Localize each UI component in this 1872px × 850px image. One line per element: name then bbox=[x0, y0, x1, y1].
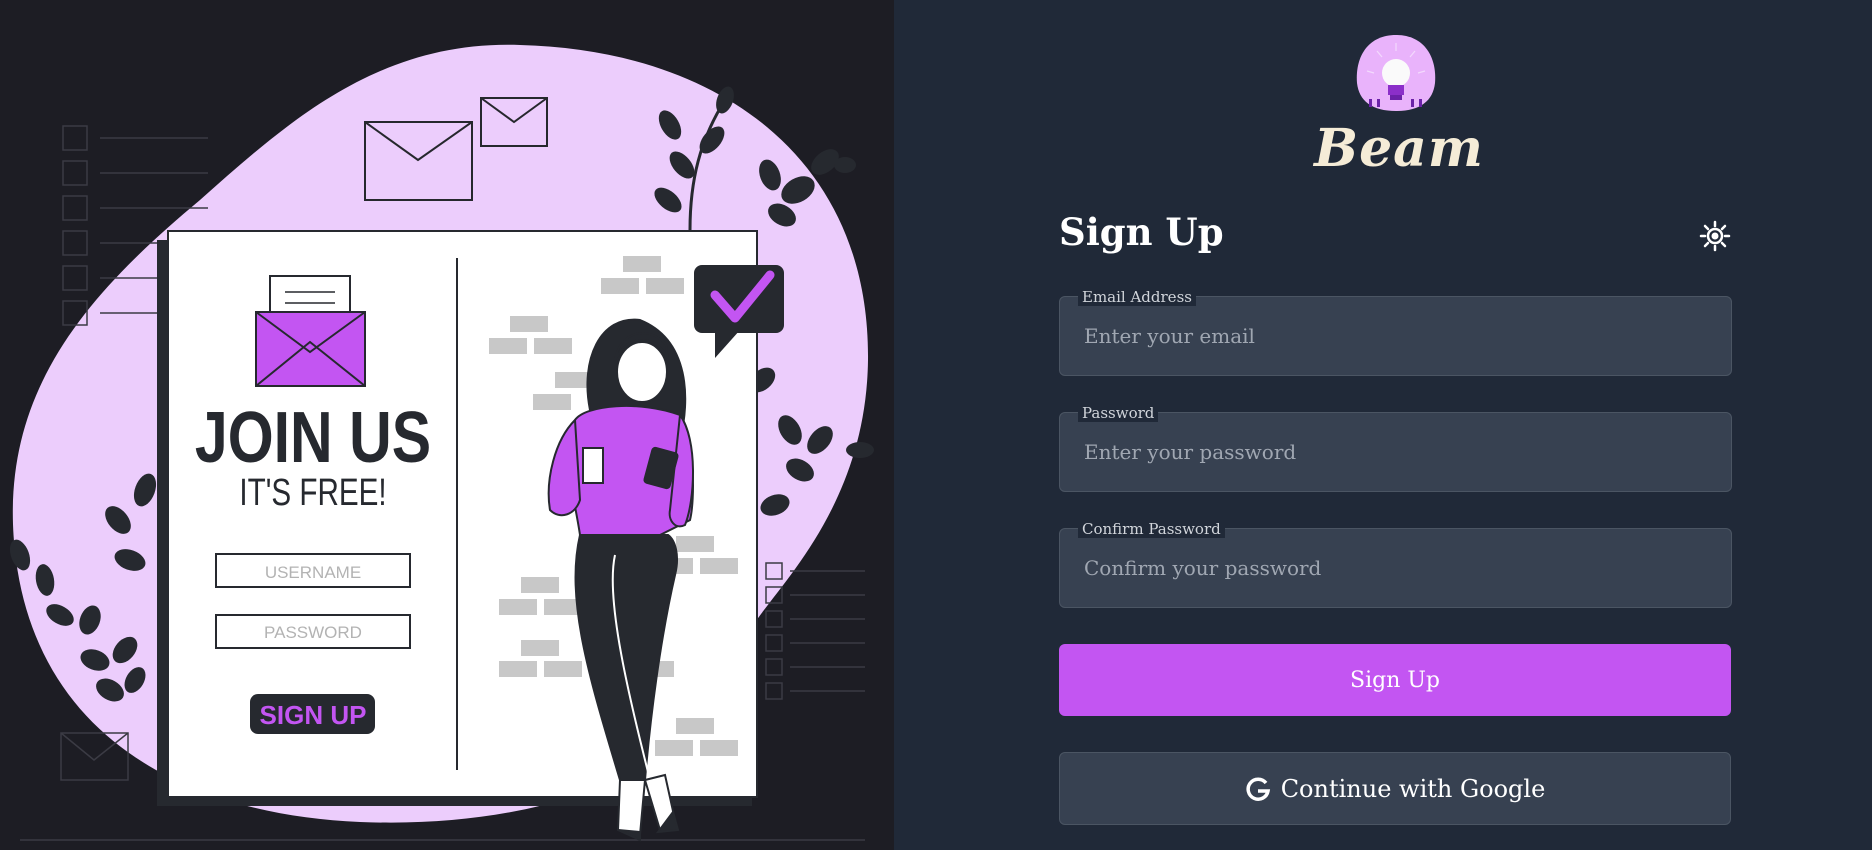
google-button-label: Continue with Google bbox=[1280, 774, 1546, 803]
brand-name: Beam bbox=[1314, 118, 1484, 179]
illustration-signup-text: SIGN UP bbox=[260, 700, 367, 730]
sun-icon[interactable] bbox=[1699, 220, 1731, 252]
illustration-username-text: USERNAME bbox=[265, 563, 361, 582]
lightbulb-logo-icon bbox=[1355, 33, 1437, 115]
google-icon bbox=[1245, 776, 1271, 802]
signup-illustration: JOIN US IT'S FREE! USERNAME PASSWORD SIG… bbox=[9, 44, 874, 842]
password-label: Password bbox=[1078, 405, 1159, 422]
page-title: Sign Up bbox=[1059, 210, 1224, 254]
illustration-panel: JOIN US IT'S FREE! USERNAME PASSWORD SIG… bbox=[0, 0, 894, 850]
illustration-headline: JOIN US bbox=[195, 396, 431, 477]
google-signin-button[interactable]: Continue with Google bbox=[1059, 752, 1731, 825]
confirm-password-field: Confirm Password bbox=[1059, 521, 1732, 608]
password-input[interactable] bbox=[1084, 427, 1704, 477]
password-field: Password bbox=[1059, 405, 1732, 492]
signup-button[interactable]: Sign Up bbox=[1059, 644, 1731, 716]
illustration-subheadline: IT'S FREE! bbox=[239, 472, 386, 514]
mail-envelope-icon bbox=[255, 275, 366, 387]
email-label: Email Address bbox=[1078, 289, 1196, 306]
illustration-password-text: PASSWORD bbox=[264, 623, 362, 642]
email-input[interactable] bbox=[1084, 311, 1704, 361]
email-field: Email Address bbox=[1059, 289, 1732, 376]
signup-panel: Beam Sign Up Email Address Password Conf… bbox=[894, 0, 1872, 850]
confirm-password-input[interactable] bbox=[1084, 543, 1704, 593]
confirm-password-label: Confirm Password bbox=[1078, 521, 1225, 538]
